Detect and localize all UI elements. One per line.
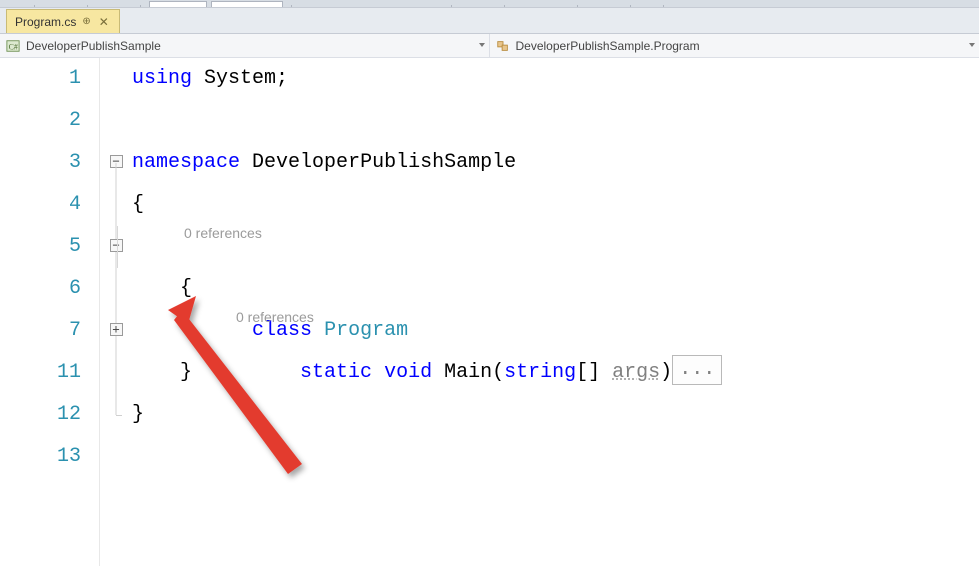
code-line[interactable]: }	[132, 394, 979, 436]
chevron-down-icon	[479, 43, 485, 47]
document-tab-bar: Program.cs ⊕ ✕	[0, 8, 979, 34]
code-line[interactable]: namespace DeveloperPublishSample	[132, 142, 979, 184]
pin-icon[interactable]: ⊕	[82, 16, 90, 27]
code-line[interactable]: }	[132, 352, 979, 394]
fold-toggle-collapse[interactable]: −	[110, 239, 123, 252]
line-number: 4	[18, 184, 81, 226]
project-nav-label: DeveloperPublishSample	[26, 39, 161, 53]
line-number: 1	[18, 58, 81, 100]
line-number: 2	[18, 100, 81, 142]
code-line[interactable]: using System;	[132, 58, 979, 100]
platform-dropdown[interactable]: Any CPU	[211, 1, 282, 8]
line-number: 3	[18, 142, 81, 184]
code-text-area[interactable]: using System; namespace DeveloperPublish…	[132, 58, 979, 566]
type-nav-dropdown[interactable]: DeveloperPublishSample.Program	[490, 34, 979, 57]
fold-toggle-expand[interactable]: +	[110, 323, 123, 336]
codelens-references[interactable]: 0 references	[184, 224, 262, 242]
chevron-down-icon	[969, 43, 975, 47]
close-icon[interactable]: ✕	[97, 15, 111, 29]
line-number: 13	[18, 436, 81, 478]
line-number: 11	[18, 352, 81, 394]
code-line[interactable]: {	[132, 184, 979, 226]
line-number-gutter: 1 2 3 4 5 6 7 11 12 13	[18, 58, 100, 566]
code-navigation-bar: C# DeveloperPublishSample DeveloperPubli…	[0, 34, 979, 58]
codelens-references[interactable]: 0 references	[236, 308, 314, 326]
code-line[interactable]	[132, 100, 979, 142]
outlining-margin: − − +	[100, 58, 132, 566]
start-debugging-button[interactable]: DeveloperPublishSample	[300, 1, 444, 8]
class-icon	[496, 39, 510, 53]
line-number: 6	[18, 268, 81, 310]
tab-program-cs[interactable]: Program.cs ⊕ ✕	[6, 9, 120, 33]
svg-text:C#: C#	[9, 42, 18, 51]
csharp-project-icon: C#	[6, 39, 20, 53]
code-line[interactable]: {	[132, 268, 979, 310]
main-toolbar: Debug Any CPU DeveloperPublishSample	[0, 0, 979, 8]
line-number: 5	[18, 226, 81, 268]
indicator-margin[interactable]	[0, 58, 18, 566]
type-nav-label: DeveloperPublishSample.Program	[516, 39, 700, 53]
line-number: 12	[18, 394, 81, 436]
line-number: 7	[18, 310, 81, 352]
code-line[interactable]: 0 references class Program	[132, 226, 979, 268]
tab-title: Program.cs	[15, 15, 76, 29]
code-line[interactable]: 0 references static void Main(string[] a…	[132, 310, 979, 352]
code-editor[interactable]: 1 2 3 4 5 6 7 11 12 13 − − + using Syste…	[0, 58, 979, 566]
project-nav-dropdown[interactable]: C# DeveloperPublishSample	[0, 34, 490, 57]
code-line[interactable]	[132, 436, 979, 478]
configuration-dropdown[interactable]: Debug	[149, 1, 207, 8]
